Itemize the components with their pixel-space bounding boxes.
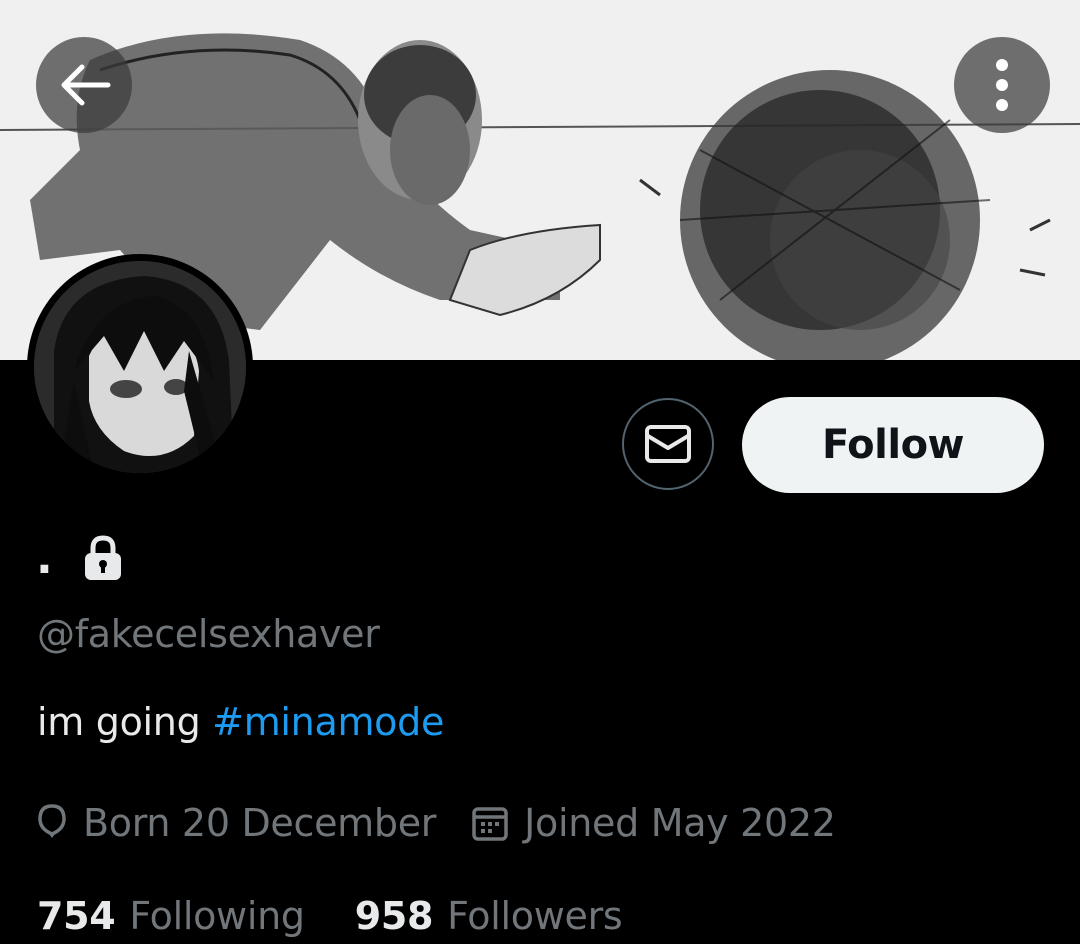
following-count: 754 <box>37 894 116 938</box>
followers-stat[interactable]: 958 Followers <box>355 894 623 938</box>
follow-stats: 754 Following 958 Followers <box>37 886 623 944</box>
lock-icon <box>84 535 121 580</box>
profile-meta: Born 20 December Joined May 2022 <box>37 795 836 851</box>
more-options-button[interactable] <box>954 37 1050 133</box>
bio-text: im going <box>37 700 213 744</box>
follow-button[interactable]: Follow <box>742 397 1044 493</box>
joined-text: Joined May 2022 <box>524 801 836 845</box>
profile-page: Follow . @fakecelsexhaver im going #mina… <box>0 0 1080 944</box>
avatar[interactable] <box>27 254 253 480</box>
bio-hashtag-link[interactable]: #minamode <box>212 700 444 744</box>
calendar-icon <box>472 807 508 841</box>
message-button[interactable] <box>622 398 714 490</box>
balloon-icon <box>38 804 66 838</box>
birthday-item: Born 20 December <box>37 801 436 845</box>
avatar-image <box>34 261 246 473</box>
joined-item: Joined May 2022 <box>472 801 836 845</box>
following-stat[interactable]: 754 Following <box>37 894 305 938</box>
envelope-icon <box>645 425 691 463</box>
vertical-ellipsis-icon <box>996 59 1008 111</box>
display-name-row: . <box>36 528 123 588</box>
bio: im going #minamode <box>37 700 444 744</box>
followers-label: Followers <box>447 894 623 938</box>
user-handle: @fakecelsexhaver <box>37 612 380 656</box>
followers-count: 958 <box>354 894 434 938</box>
back-button[interactable] <box>36 37 132 133</box>
following-label: Following <box>129 894 305 938</box>
arrow-left-icon <box>61 64 111 106</box>
birthday-text: Born 20 December <box>83 801 437 845</box>
display-name: . <box>36 532 53 584</box>
